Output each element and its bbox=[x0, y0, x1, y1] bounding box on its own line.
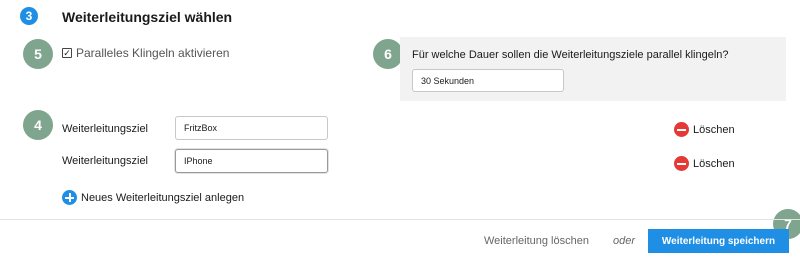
plus-circle-icon bbox=[62, 190, 77, 205]
parallel-ring-checkbox[interactable]: ✓ bbox=[62, 48, 72, 58]
or-separator: oder bbox=[613, 235, 636, 247]
duration-question: Für welche Dauer sollen die Weiterleitun… bbox=[412, 49, 729, 61]
minus-circle-icon bbox=[674, 122, 689, 137]
target-label: Weiterleitungsziel bbox=[62, 155, 149, 167]
minus-circle-icon bbox=[674, 156, 689, 171]
section-title: Weiterleitungsziel wählen bbox=[62, 9, 233, 25]
delete-target-button[interactable]: Löschen bbox=[674, 122, 735, 137]
step-number-badge: 3 bbox=[20, 7, 38, 25]
parallel-ring-label: Paralleles Klingeln aktivieren bbox=[76, 46, 230, 60]
delete-target-label: Löschen bbox=[693, 157, 735, 170]
parallel-ring-option[interactable]: ✓ Paralleles Klingeln aktivieren bbox=[62, 46, 229, 60]
annotation-marker-5: 5 bbox=[23, 39, 53, 69]
target-input[interactable]: IPhone bbox=[175, 149, 328, 173]
delete-forwarding-link[interactable]: Weiterleitung löschen bbox=[484, 235, 589, 247]
delete-target-label: Löschen bbox=[693, 123, 735, 136]
duration-select[interactable]: 30 Sekunden bbox=[412, 69, 564, 92]
target-input[interactable]: FritzBox bbox=[175, 116, 328, 140]
annotation-marker-4: 4 bbox=[23, 110, 53, 140]
delete-target-button[interactable]: Löschen bbox=[674, 156, 735, 171]
add-target-label: Neues Weiterleitungsziel anlegen bbox=[81, 191, 245, 204]
target-label: Weiterleitungsziel bbox=[62, 123, 149, 135]
save-forwarding-button[interactable]: Weiterleitung speichern bbox=[648, 229, 789, 253]
duration-panel: Für welche Dauer sollen die Weiterleitun… bbox=[400, 37, 786, 101]
annotation-marker-6: 6 bbox=[373, 39, 403, 69]
footer-divider bbox=[0, 219, 800, 220]
add-target-button[interactable]: Neues Weiterleitungsziel anlegen bbox=[62, 190, 244, 205]
